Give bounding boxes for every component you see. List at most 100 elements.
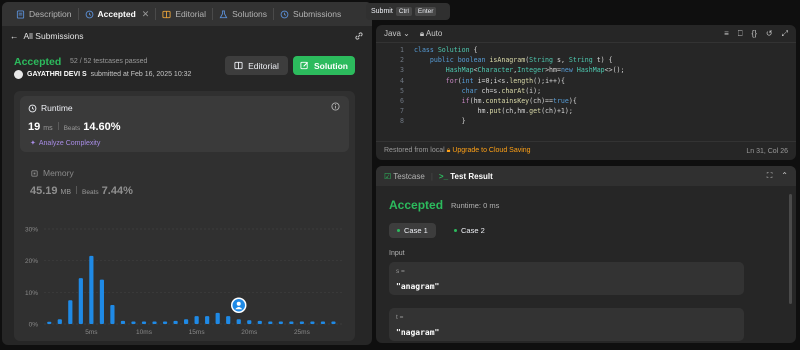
avatar[interactable] [14,70,23,79]
code-line[interactable]: 6 if(hm.containsKey(ch)==true){ [376,96,796,106]
reset-icon[interactable]: ↺ [766,29,773,38]
submit-shortcut-pill[interactable]: Submit Ctrl Enter [366,3,450,20]
submission-panel: Description Accepted ✕ Editorial Solutio… [2,2,372,345]
code-token: ch=s. [481,86,502,95]
result-tabbar: ☑ Testcase | >_ Test Result ⛶ ⌃ [376,166,796,186]
braces-icon[interactable]: {} [752,29,757,38]
code-line[interactable]: 4 for(int i=0;i<s.length();i++){ [376,76,796,86]
chevron-down-icon: ⌄ [403,29,410,38]
runtime-beats-value: 14.60% [83,121,121,133]
code-text: for(int i=0;i<s.length();i++){ [404,76,565,86]
chart-bar [184,319,189,324]
code-line[interactable]: 3 HashMap<Character,Integer>hm=new HashM… [376,65,796,75]
code-token: { [473,46,478,54]
y-tick-label: 0% [29,322,39,329]
runtime-header: Runtime [28,103,73,113]
code-token: (i); [525,86,542,95]
code-token: (ch)== [529,96,553,105]
code-area[interactable]: 1 class Solution {2 public boolean isAnag… [376,45,796,139]
arrow-left-icon: ← [10,31,19,41]
x-tick-label: 25ms [294,329,311,336]
memory-beats-label: Beats [82,189,99,196]
code-token: for [445,76,458,85]
language-select[interactable]: Java ⌄ [384,29,410,38]
code-line[interactable]: 1 class Solution { [376,45,796,55]
code-text: public boolean isAnagram(String s, Strin… [404,55,613,65]
stats-card: Runtime 19 ms Beats 14.60% ✦ Analyze Com… [14,91,355,341]
editor-statusbar: Restored from local 🔒︎ Upgrade to Cloud … [376,141,796,160]
analyze-complexity-link[interactable]: ✦ Analyze Complexity [30,139,100,148]
x-tick-label: 15ms [189,329,206,336]
chart-bar [131,321,136,324]
chevron-up-icon[interactable]: ⌃ [781,171,788,181]
input-s-var: s = [396,268,405,275]
flask-icon [219,9,228,18]
code-token: t) { [596,56,613,65]
code-token: Solution [437,46,474,54]
link-icon[interactable] [354,31,364,41]
expand-icon[interactable]: ⤢ [782,29,788,39]
bookmark-icon[interactable]: ⎕ [738,29,743,39]
memory-header[interactable]: Memory [30,168,74,178]
code-token: if [461,96,470,105]
lock-icon: 🔒︎ [419,28,425,38]
back-label: All Submissions [23,31,84,41]
line-number: 1 [400,46,404,54]
code-token: length [509,76,534,85]
tab-accepted[interactable]: Accepted ✕ [79,2,156,26]
code-line[interactable]: 5 char ch=s.charAt(i); [376,86,796,96]
tab-solutions[interactable]: Solutions [213,2,273,26]
runtime-card[interactable]: Runtime 19 ms Beats 14.60% ✦ Analyze Com… [20,96,349,152]
code-token: put [489,107,502,116]
memory-icon [31,169,38,177]
code-token: i=0;i<s. [477,76,510,85]
tab-description[interactable]: Description [10,2,78,26]
case-tab-2[interactable]: Case 2 [446,223,493,238]
result-runtime: Runtime: 0 ms [451,201,500,210]
chart-bar [194,316,199,324]
code-token: get [529,107,542,116]
chart-bar [331,321,336,324]
line-number: 8 [400,117,404,126]
x-tick-label: 5ms [85,329,98,336]
tab-testcase[interactable]: ☑ Testcase [384,172,425,181]
editorial-button[interactable]: Editorial [225,56,288,75]
code-line[interactable]: 7 hm.put(ch,hm.get(ch)+1); [376,106,796,116]
chart-bar [278,321,283,324]
sparkle-icon: ✦ [30,140,36,147]
code-token: HashMap [445,66,474,75]
code-token: ();i++){ [533,76,565,85]
code-text: class Solution { [404,45,478,55]
submit-label: Submit [371,8,393,15]
auto-toggle[interactable]: 🔒︎ Auto [420,29,443,39]
format-icon[interactable]: ≡ [724,29,729,38]
cursor-position: Ln 31, Col 26 [746,147,788,155]
chart-bar [152,321,157,324]
code-token: boolean [457,56,490,65]
code-line[interactable]: 8 } [376,116,796,126]
input-t-var: t = [396,314,404,321]
tab-test-result[interactable]: >_ Test Result [439,172,493,181]
tab-editorial[interactable]: Editorial [156,2,212,26]
line-number: 6 [400,96,404,105]
fullscreen-icon[interactable]: ⛶ [767,171,773,181]
input-s: s = "anagram" [389,262,744,295]
tab-divider: | [430,171,433,181]
close-icon[interactable]: ✕ [142,9,150,20]
code-line[interactable]: 2 public boolean isAnagram(String s, Str… [376,55,796,65]
case-tab-1[interactable]: Case 1 [389,223,436,238]
back-to-submissions[interactable]: ← All Submissions [10,31,84,41]
chart-bar [226,316,231,324]
memory-label: Memory [43,168,74,178]
tab-submissions[interactable]: Submissions [274,2,347,26]
scrollbar[interactable] [789,194,792,304]
solution-button[interactable]: Solution [293,56,355,75]
runtime-unit: ms [43,125,53,132]
username[interactable]: GAYATHRI DEVI S [27,71,87,78]
line-number: 2 [400,56,404,65]
upgrade-link[interactable]: 🔒︎ Upgrade to Cloud Saving [447,147,531,154]
info-icon[interactable] [331,102,340,111]
test-result-panel: ☑ Testcase | >_ Test Result ⛶ ⌃ Accepted… [376,166,796,343]
code-token: ){ [568,96,577,105]
